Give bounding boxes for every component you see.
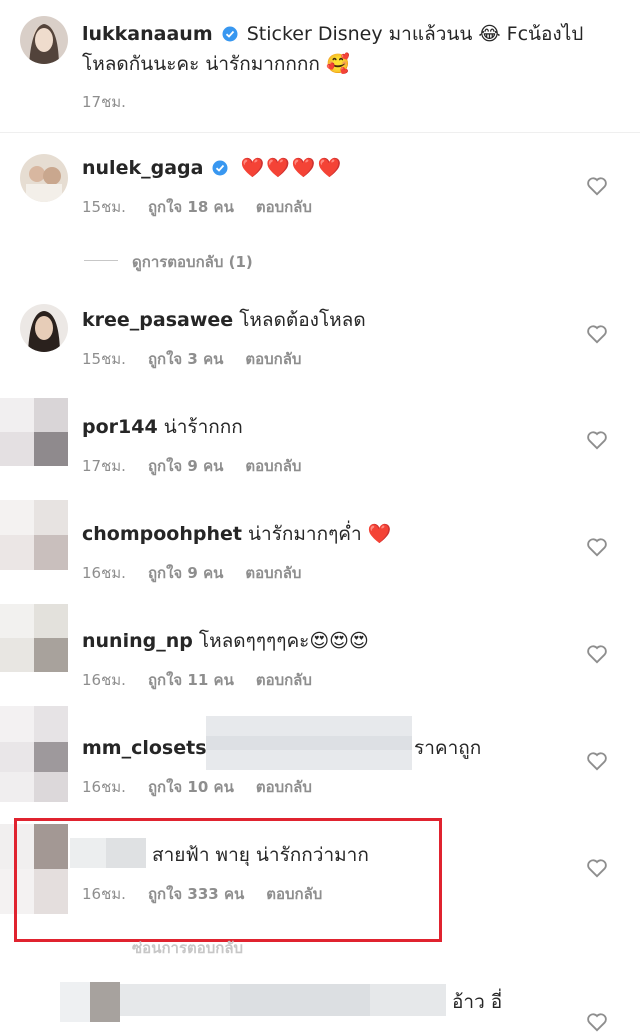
blurred-text bbox=[206, 716, 412, 770]
reply-button[interactable]: ตอบกลับ bbox=[245, 564, 301, 582]
comment-username[interactable]: kree_pasawee bbox=[82, 309, 233, 331]
comment-meta: 17ชม. ถูกใจ 9 คน ตอบกลับ bbox=[82, 454, 323, 478]
comment-text: ราคาถูก bbox=[414, 737, 482, 759]
heart-outline-icon[interactable] bbox=[586, 176, 608, 196]
heart-outline-icon[interactable] bbox=[586, 858, 608, 878]
caption-text-2: โหลดกันนะคะ น่ารักมากกกก 🥰 bbox=[82, 53, 350, 75]
comment-username[interactable]: nulek_gaga bbox=[82, 157, 203, 179]
comment-likes[interactable]: ถูกใจ 18 คน bbox=[148, 198, 234, 216]
reply-button[interactable]: ตอบกลับ bbox=[256, 778, 312, 796]
highlight-box bbox=[14, 818, 442, 942]
caption-text-1: Sticker Disney มาแล้วนน 😂 Fcน้องไป bbox=[246, 23, 584, 45]
divider bbox=[0, 132, 640, 133]
view-replies-button[interactable]: ดูการตอบกลับ (1) bbox=[132, 250, 253, 274]
caption-avatar[interactable] bbox=[20, 16, 68, 64]
heart-outline-icon[interactable] bbox=[586, 1012, 608, 1032]
reply-button[interactable]: ตอบกลับ bbox=[256, 671, 312, 689]
comment-meta: 15ชม. ถูกใจ 18 คน ตอบกลับ bbox=[82, 195, 334, 219]
comment-text: ❤️❤️❤️❤️ bbox=[240, 157, 344, 179]
reply-button[interactable]: ตอบกลับ bbox=[245, 457, 301, 475]
comment-likes[interactable]: ถูกใจ 10 คน bbox=[148, 778, 234, 796]
blurred-username bbox=[120, 984, 446, 1016]
blurred-avatar bbox=[60, 982, 120, 1022]
comment-line: nulek_gaga ❤️❤️❤️❤️ bbox=[82, 156, 343, 180]
comment-username[interactable]: nuning_np bbox=[82, 630, 193, 652]
comment-line: por144 น่าร้ากกก bbox=[82, 415, 243, 439]
heart-outline-icon[interactable] bbox=[586, 644, 608, 664]
comment-meta: 15ชม. ถูกใจ 3 คน ตอบกลับ bbox=[82, 347, 323, 371]
reply-button[interactable]: ตอบกลับ bbox=[245, 350, 301, 368]
comment-text: โหลดต้องโหลด bbox=[239, 309, 366, 331]
comment-line: mm_closets bbox=[82, 736, 207, 760]
blurred-avatar bbox=[0, 706, 68, 802]
heart-outline-icon[interactable] bbox=[586, 751, 608, 771]
heart-outline-icon[interactable] bbox=[586, 324, 608, 344]
comment-username[interactable]: por144 bbox=[82, 416, 158, 438]
blurred-avatar bbox=[0, 604, 68, 672]
comment-meta: 16ชม. ถูกใจ 11 คน ตอบกลับ bbox=[82, 668, 334, 692]
comment-avatar[interactable] bbox=[20, 154, 68, 202]
comment-time: 15ชม. bbox=[82, 198, 126, 216]
comment-likes[interactable]: ถูกใจ 3 คน bbox=[148, 350, 223, 368]
comment-time: 16ชม. bbox=[82, 671, 126, 689]
comment-username[interactable]: chompoohphet bbox=[82, 523, 242, 545]
comment-line: chompoohphet น่ารักมากๆค่ำ ❤️ bbox=[82, 522, 391, 546]
comment-likes[interactable]: ถูกใจ 11 คน bbox=[148, 671, 234, 689]
verified-badge-icon bbox=[222, 26, 238, 42]
heart-outline-icon[interactable] bbox=[586, 430, 608, 450]
caption-username[interactable]: lukkanaaum bbox=[82, 23, 213, 45]
hide-replies-button[interactable]: ซ่อนการตอบกลับ bbox=[132, 936, 243, 960]
comment-time: 16ชม. bbox=[82, 778, 126, 796]
comment-text: น่าร้ากกก bbox=[163, 416, 243, 438]
comment-meta: 16ชม. ถูกใจ 9 คน ตอบกลับ bbox=[82, 561, 323, 585]
caption-time: 17ชม. bbox=[82, 93, 126, 111]
comment-avatar[interactable] bbox=[20, 304, 68, 352]
heart-outline-icon[interactable] bbox=[586, 537, 608, 557]
comment-line: kree_pasawee โหลดต้องโหลด bbox=[82, 308, 366, 332]
caption-line-1: lukkanaaum Sticker Disney มาแล้วนน 😂 Fcน… bbox=[82, 22, 583, 46]
comment-time: 17ชม. bbox=[82, 457, 126, 475]
comment-meta: 16ชม. ถูกใจ 10 คน ตอบกลับ bbox=[82, 775, 334, 799]
blurred-avatar bbox=[0, 398, 68, 466]
comment-time: 15ชม. bbox=[82, 350, 126, 368]
comment-time: 16ชม. bbox=[82, 564, 126, 582]
comment-text: อ้าว อี่ bbox=[452, 991, 503, 1013]
comment-username[interactable]: mm_closets bbox=[82, 737, 207, 759]
view-replies-line bbox=[84, 260, 118, 261]
comment-line: nuning_np โหลดๆๆๆๆคะ😍😍😍 bbox=[82, 629, 369, 653]
comment-text: โหลดๆๆๆๆคะ😍😍😍 bbox=[198, 630, 369, 652]
comment-likes[interactable]: ถูกใจ 9 คน bbox=[148, 564, 223, 582]
comment-likes[interactable]: ถูกใจ 9 คน bbox=[148, 457, 223, 475]
reply-button[interactable]: ตอบกลับ bbox=[256, 198, 312, 216]
blurred-avatar bbox=[0, 500, 68, 570]
verified-badge-icon bbox=[212, 160, 228, 176]
comment-text: น่ารักมากๆค่ำ ❤️ bbox=[248, 523, 392, 545]
